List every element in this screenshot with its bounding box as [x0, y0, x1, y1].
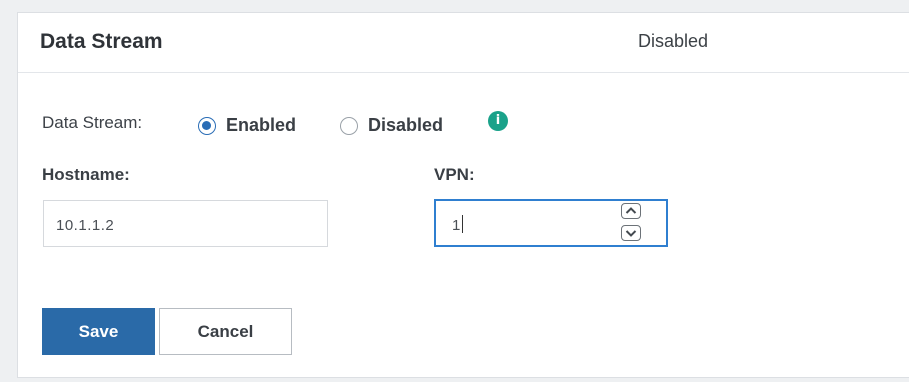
- radio-enabled[interactable]: Enabled: [198, 115, 296, 136]
- vpn-decrement-button[interactable]: [621, 225, 641, 241]
- data-stream-label: Data Stream:: [42, 113, 143, 132]
- radio-enabled-label[interactable]: Enabled: [226, 115, 296, 136]
- data-stream-panel: Data Stream Disabled Data Stream: Enable…: [17, 12, 909, 378]
- radio-enabled-button[interactable]: [198, 116, 216, 135]
- panel-header[interactable]: Data Stream Disabled: [18, 13, 909, 73]
- vpn-value: 1: [452, 217, 461, 234]
- radio-disabled-button[interactable]: [340, 116, 358, 135]
- cancel-button[interactable]: Cancel: [159, 308, 292, 355]
- vpn-label: VPN:: [434, 165, 475, 184]
- radio-disabled[interactable]: Disabled: [340, 115, 443, 136]
- panel-title: Data Stream: [40, 30, 163, 53]
- status-text: Disabled: [638, 31, 709, 51]
- save-button[interactable]: Save: [42, 308, 155, 355]
- hostname-input[interactable]: 10.1.1.2: [43, 200, 328, 247]
- chevron-down-icon: [625, 230, 637, 237]
- hostname-label: Hostname:: [42, 165, 130, 184]
- chevron-up-icon: [625, 207, 637, 214]
- radio-disabled-label[interactable]: Disabled: [368, 115, 443, 136]
- hostname-value: 10.1.1.2: [56, 217, 115, 234]
- text-cursor: [462, 215, 464, 233]
- info-icon[interactable]: i: [488, 111, 508, 131]
- vpn-increment-button[interactable]: [621, 203, 641, 219]
